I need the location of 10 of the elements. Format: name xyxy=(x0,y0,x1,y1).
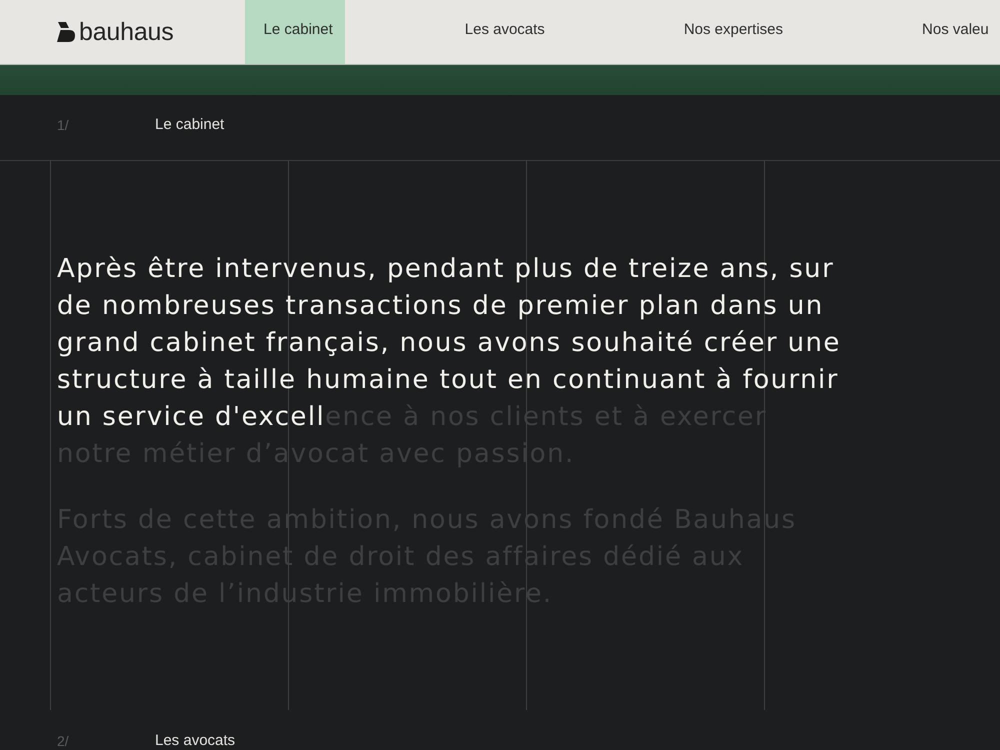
section-number: 2/ xyxy=(57,733,70,749)
section-number: 1/ xyxy=(57,116,70,132)
nav-link[interactable]: Nos valeu xyxy=(903,0,992,64)
section-title: Le cabinet xyxy=(155,116,224,132)
nav-link[interactable]: Nos expertises xyxy=(664,0,802,64)
logo-link[interactable]: bauhaus xyxy=(57,19,174,45)
nav-link[interactable]: Le cabinet xyxy=(244,0,345,64)
nav-link[interactable]: Les avocats xyxy=(446,0,564,64)
logo-icon xyxy=(57,22,75,42)
section-title: Les avocats xyxy=(155,733,236,749)
